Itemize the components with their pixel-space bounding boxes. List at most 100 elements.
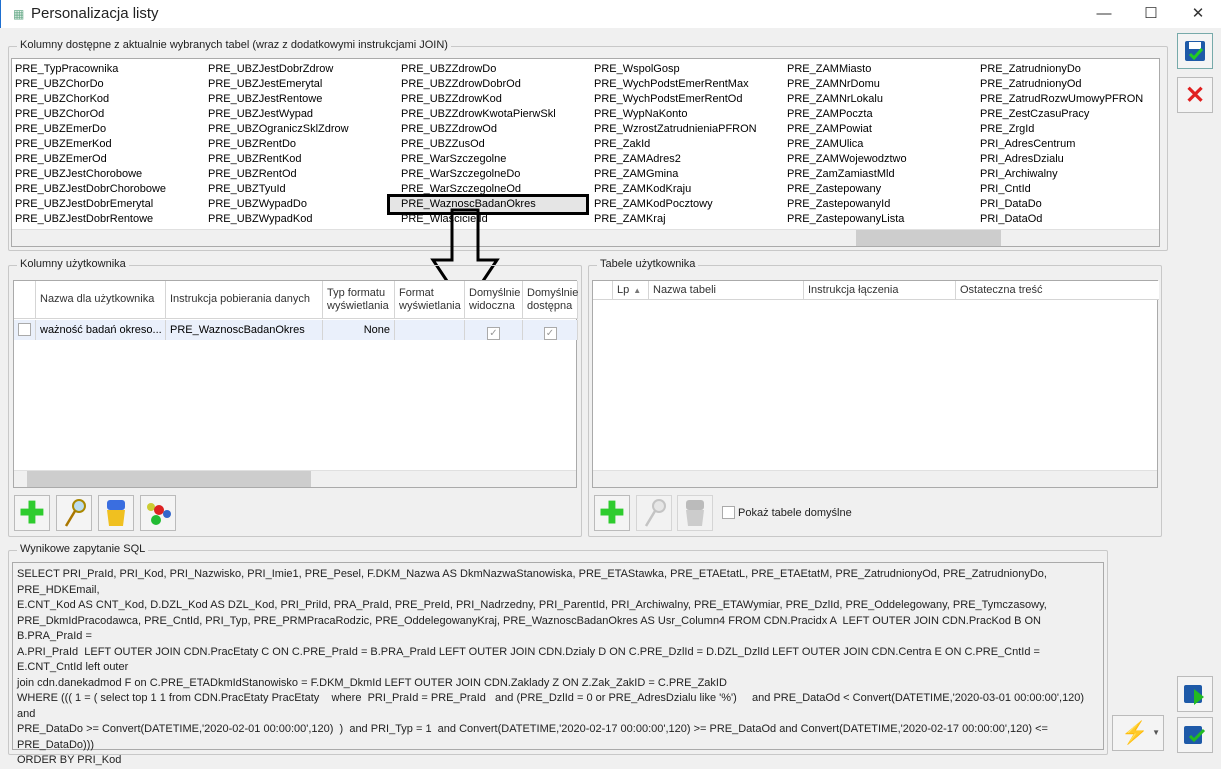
header-join-instruction[interactable]: Instrukcja łączenia <box>804 281 956 300</box>
edit-column-button[interactable] <box>56 495 92 531</box>
list-item[interactable]: PRE_UBZEmerDo <box>15 122 166 137</box>
list-item[interactable]: PRE_UBZZdrowDo <box>401 62 586 77</box>
list-item[interactable]: PRE_UBZJestDobrZdrow <box>208 62 349 77</box>
header-visible[interactable]: Domyślnie widoczna <box>465 281 523 319</box>
delete-column-button[interactable] <box>98 495 134 531</box>
list-item[interactable]: PRE_UBZZdrowKwotaPierwSkl <box>401 107 586 122</box>
list-item[interactable]: PRE_TypPracownika <box>15 62 166 77</box>
list-item[interactable]: PRE_ZAMKodKraju <box>594 182 757 197</box>
header-table-name[interactable]: Nazwa tabeli <box>649 281 804 300</box>
horizontal-scrollbar[interactable] <box>14 470 576 487</box>
list-item[interactable]: PRE_ZAMKraj <box>594 212 757 227</box>
header-lp[interactable]: Lp ▲ <box>613 281 649 300</box>
list-item[interactable]: PRI_DataDo <box>980 197 1143 212</box>
list-item[interactable]: PRE_ZakId <box>594 137 757 152</box>
list-item[interactable]: PRE_UBZZdrowDobrOd <box>401 77 586 92</box>
header-format[interactable]: Format wyświetlania <box>395 281 465 319</box>
edit-table-button[interactable] <box>636 495 672 531</box>
scrollbar-thumb[interactable] <box>27 471 311 487</box>
available-columns-list[interactable]: PRE_TypPracownika PRE_UBZChorDo PRE_UBZCho… <box>11 58 1160 247</box>
list-item[interactable]: PRE_UBZJestEmerytal <box>208 77 349 92</box>
row-checkbox[interactable] <box>18 323 31 336</box>
close-button[interactable]: ✕ <box>1175 0 1221 28</box>
list-item[interactable]: PRE_Zastepowany <box>787 182 907 197</box>
list-item[interactable]: PRI_DataOd <box>980 212 1143 227</box>
list-item[interactable]: PRE_WzrostZatrudnieniaPFRON <box>594 122 757 137</box>
horizontal-scrollbar[interactable] <box>593 470 1157 487</box>
list-item[interactable]: PRE_ZAMNrLokalu <box>787 92 907 107</box>
visible-checkbox[interactable]: ✓ <box>487 327 500 340</box>
list-item[interactable]: PRE_ZAMNrDomu <box>787 77 907 92</box>
list-item[interactable]: PRE_WarSzczegolneDo <box>401 167 586 182</box>
list-item[interactable]: PRE_UBZChorDo <box>15 77 166 92</box>
header-final-content[interactable]: Ostateczna treść <box>956 281 1159 300</box>
list-item[interactable]: PRE_UBZZusOd <box>401 137 586 152</box>
list-item[interactable]: PRE_ZAMUlica <box>787 137 907 152</box>
list-item[interactable]: PRE_UBZJestDobrChorobowe <box>15 182 166 197</box>
list-item[interactable]: PRE_UBZChorOd <box>15 107 166 122</box>
list-item[interactable]: PRE_ZAMPowiat <box>787 122 907 137</box>
list-item[interactable]: PRE_UBZZdrowKod <box>401 92 586 107</box>
list-item[interactable]: PRI_Archiwalny <box>980 167 1143 182</box>
list-item[interactable]: PRE_UBZRentDo <box>208 137 349 152</box>
list-item[interactable]: PRE_UBZWypadDo <box>208 197 349 212</box>
scrollbar-thumb[interactable] <box>856 230 1001 246</box>
list-item[interactable]: PRE_UBZTyuId <box>208 182 349 197</box>
list-item[interactable]: PRE_ZAMAdres2 <box>594 152 757 167</box>
list-item[interactable]: PRE_UBZWypadKod <box>208 212 349 227</box>
list-item[interactable]: PRE_UBZEmerKod <box>15 137 166 152</box>
minimize-button[interactable]: — <box>1081 0 1127 28</box>
list-item[interactable]: PRE_UBZEmerOd <box>15 152 166 167</box>
list-item[interactable]: PRE_WspolGosp <box>594 62 757 77</box>
list-item[interactable]: PRE_ZAMKodPocztowy <box>594 197 757 212</box>
list-item[interactable]: PRE_UBZJestDobrEmerytal <box>15 197 166 212</box>
join-tables-button[interactable] <box>140 495 176 531</box>
list-item[interactable]: PRE_UBZJestChorobowe <box>15 167 166 182</box>
add-column-button[interactable]: ✚ <box>14 495 50 531</box>
list-item[interactable]: PRI_AdresDzialu <box>980 152 1143 167</box>
cell-name[interactable]: ważność badań okreso... <box>36 320 166 340</box>
header-format-type[interactable]: Typ formatu wyświetlania <box>323 281 395 319</box>
list-item[interactable]: PRE_WarSzczegolneOd <box>401 182 586 197</box>
list-item[interactable]: PRE_ZastepowanyId <box>787 197 907 212</box>
add-table-button[interactable]: ✚ <box>594 495 630 531</box>
export-button[interactable] <box>1177 717 1213 753</box>
sql-query-text[interactable]: SELECT PRI_PraId, PRI_Kod, PRI_Nazwisko,… <box>12 562 1104 766</box>
list-item[interactable]: PRE_ZatrudRozwUmowyPFRON <box>980 92 1143 107</box>
list-item[interactable]: PRE_WypNaKonto <box>594 107 757 122</box>
header-available[interactable]: Domyślnie dostępna <box>523 281 578 319</box>
user-tables-grid[interactable]: Lp ▲ Nazwa tabeli Instrukcja łączenia Ost… <box>592 280 1159 488</box>
list-item[interactable]: PRE_ZastepowanyLista <box>787 212 907 227</box>
available-checkbox[interactable]: ✓ <box>543 327 557 340</box>
list-item[interactable]: PRE_UBZZdrowOd <box>401 122 586 137</box>
execute-split-button[interactable]: ⚡ ▼ <box>1112 715 1164 751</box>
list-item[interactable]: PRE_WarSzczegolne <box>401 152 586 167</box>
list-item[interactable]: PRE_ZAMMiasto <box>787 62 907 77</box>
list-item[interactable]: PRI_CntId <box>980 182 1143 197</box>
list-item[interactable]: PRE_ZAMPoczta <box>787 107 907 122</box>
import-button[interactable] <box>1177 676 1213 712</box>
list-item[interactable]: PRE_ZrgId <box>980 122 1143 137</box>
list-item[interactable]: PRI_AdresCentrum <box>980 137 1143 152</box>
chevron-down-icon[interactable]: ▼ <box>1152 728 1160 737</box>
header-instruction[interactable]: Instrukcja pobierania danych <box>166 281 323 319</box>
list-item[interactable]: PRE_WychPodstEmerRentOd <box>594 92 757 107</box>
list-item[interactable]: PRE_WychPodstEmerRentMax <box>594 77 757 92</box>
show-default-tables-checkbox[interactable] <box>722 506 735 519</box>
list-item[interactable]: PRE_UBZJestRentowe <box>208 92 349 107</box>
list-item[interactable]: PRE_ZAMGmina <box>594 167 757 182</box>
save-button[interactable] <box>1177 33 1213 69</box>
list-item[interactable]: PRE_ZatrudnionyOd <box>980 77 1143 92</box>
list-item[interactable]: PRE_ZAMWojewodztwo <box>787 152 907 167</box>
list-item[interactable]: PRE_ZatrudnionyDo <box>980 62 1143 77</box>
user-columns-grid[interactable]: Nazwa dla użytkownika Instrukcja pobiera… <box>13 280 578 488</box>
list-item[interactable]: PRE_UBZJestDobrRentowe <box>15 212 166 227</box>
cell-instruction[interactable]: PRE_WaznoscBadanOkres <box>166 320 323 340</box>
list-item[interactable]: PRE_UBZOgraniczSklZdrow <box>208 122 349 137</box>
list-item[interactable]: PRE_UBZChorKod <box>15 92 166 107</box>
list-item[interactable]: PRE_UBZRentKod <box>208 152 349 167</box>
list-item[interactable]: PRE_UBZRentOd <box>208 167 349 182</box>
cell-format[interactable] <box>395 320 465 340</box>
horizontal-scrollbar[interactable] <box>12 229 1159 246</box>
cell-format-type[interactable]: None <box>323 320 395 340</box>
